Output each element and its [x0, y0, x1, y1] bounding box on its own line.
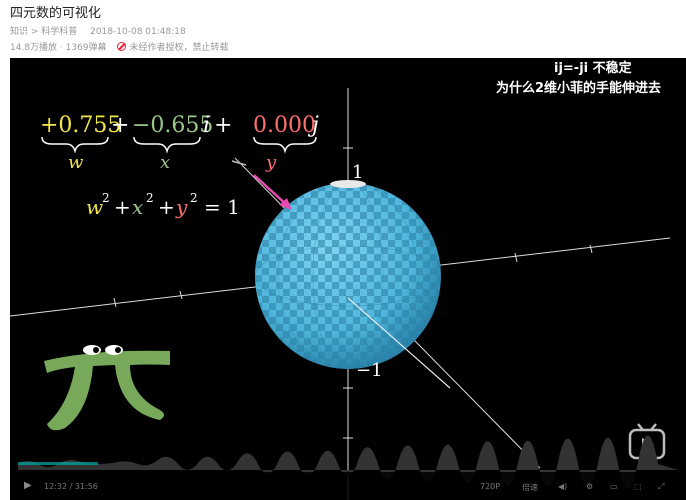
widescreen-icon[interactable]: ⬚	[634, 482, 642, 491]
view-stats: 14.8万播放 · 1369弹幕	[10, 43, 107, 53]
video-title: 四元数的可视化	[10, 6, 102, 21]
video-stats-row: 14.8万播放 · 1369弹幕 未经作者授权，禁止转载	[10, 40, 229, 53]
w-label: w	[68, 152, 84, 173]
svg-text:w: w	[86, 195, 103, 219]
player-controls: ▶ 12:32 / 31:56 720P 倍速 ◀) ⚙ ▭ ⬚ ⤢	[10, 472, 686, 500]
time-display: 12:32 / 31:56	[44, 482, 98, 491]
settings-icon[interactable]: ⚙	[586, 482, 593, 491]
svg-text:2: 2	[102, 191, 110, 205]
video-frame: 1 −1 +0.755 + −0.655 i + 0.000 j w x y w…	[10, 60, 678, 500]
video-player[interactable]: 1 −1 +0.755 + −0.655 i + 0.000 j w x y w…	[10, 58, 686, 500]
plus-1: +	[111, 113, 129, 138]
svg-text:2: 2	[146, 191, 154, 205]
plus-2: +	[214, 113, 232, 138]
volume-icon[interactable]: ◀)	[558, 482, 567, 491]
svg-text:+: +	[158, 195, 175, 219]
y-value: 0.000	[253, 113, 316, 138]
svg-text:x: x	[132, 195, 143, 219]
video-meta: 知识 > 科学科普 2018-10-08 01:48:18	[10, 24, 186, 37]
quaternion-expression: +0.755 + −0.655 i + 0.000 j w x y	[40, 113, 319, 173]
axis-label-top: 1	[352, 162, 363, 183]
speed-button[interactable]: 倍速	[522, 482, 538, 493]
upload-datetime: 2018-10-08 01:48:18	[90, 27, 186, 37]
reprint-warning: 未经作者授权，禁止转载	[116, 40, 229, 53]
warning-text: 未经作者授权，禁止转载	[129, 43, 229, 53]
w-value: +0.755	[40, 113, 121, 138]
breadcrumb[interactable]: 知识 > 科学科普	[10, 27, 77, 37]
pi-creature	[44, 345, 170, 431]
svg-text:+: +	[114, 195, 131, 219]
subtitle-line2: 为什么2维小菲的手能伸进去	[496, 80, 661, 96]
fullscreen-icon[interactable]: ⤢	[658, 482, 664, 492]
svg-text:2: 2	[190, 191, 198, 205]
quality-button[interactable]: 720P	[480, 482, 500, 491]
y-label: y	[265, 152, 277, 173]
subtitle-line1: ij=-ji 不稳定	[554, 60, 632, 76]
x-label: x	[160, 152, 170, 173]
danmaku-toggle-icon[interactable]: ▭	[610, 482, 618, 491]
unit-sphere-equation: w 2 + x 2 + y 2 = 1	[86, 191, 240, 219]
svg-text:y: y	[175, 195, 188, 219]
x-value: −0.655	[132, 113, 213, 138]
axis-label-bottom: −1	[356, 360, 383, 381]
svg-text:= 1: = 1	[204, 195, 240, 219]
i-symbol: i	[203, 113, 210, 138]
hypersphere-projection	[255, 180, 441, 369]
play-icon[interactable]: ▶	[24, 480, 32, 491]
ban-icon	[116, 42, 126, 51]
